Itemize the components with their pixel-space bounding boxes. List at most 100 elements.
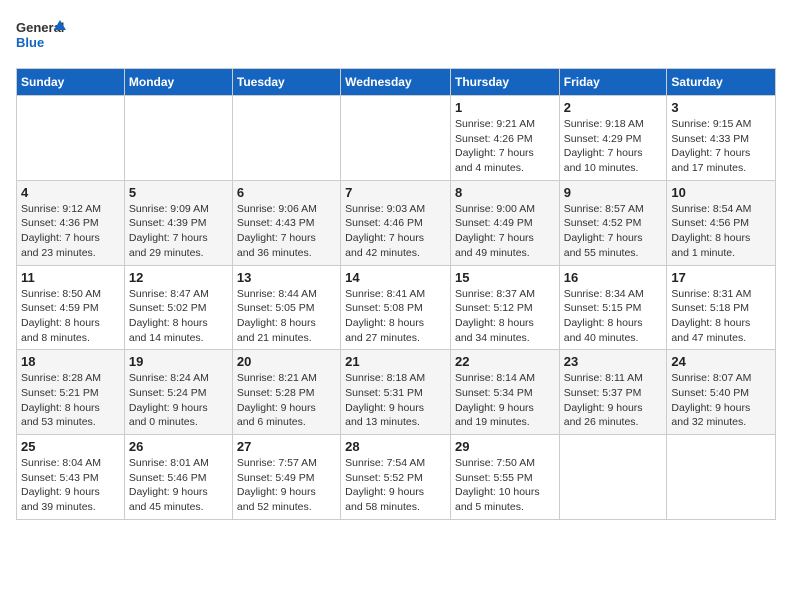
day-info: Sunrise: 8:21 AM Sunset: 5:28 PM Dayligh…	[237, 371, 336, 430]
calendar-cell: 7Sunrise: 9:03 AM Sunset: 4:46 PM Daylig…	[341, 180, 451, 265]
day-info: Sunrise: 7:57 AM Sunset: 5:49 PM Dayligh…	[237, 456, 336, 515]
day-info: Sunrise: 8:24 AM Sunset: 5:24 PM Dayligh…	[129, 371, 228, 430]
day-info: Sunrise: 9:18 AM Sunset: 4:29 PM Dayligh…	[564, 117, 663, 176]
calendar-cell	[232, 96, 340, 181]
day-number: 15	[455, 270, 555, 285]
calendar-cell	[124, 96, 232, 181]
calendar-cell: 28 Sunrise: 7:54 AM Sunset: 5:52 PM Dayli…	[341, 435, 451, 520]
logo-svg: General Blue	[16, 16, 66, 56]
day-number: 7	[345, 185, 446, 200]
day-info: Sunrise: 8:18 AM Sunset: 5:31 PM Dayligh…	[345, 371, 446, 430]
day-info: Sunrise: 8:57 AM Sunset: 4:52 PM Dayligh…	[564, 202, 663, 261]
calendar-cell	[559, 435, 667, 520]
calendar-cell	[667, 435, 776, 520]
day-info: Sunrise: 8:28 AM Sunset: 5:21 PM Dayligh…	[21, 371, 120, 430]
calendar-cell: 27 Sunrise: 7:57 AM Sunset: 5:49 PM Dayli…	[232, 435, 340, 520]
calendar-week-row: 1Sunrise: 9:21 AM Sunset: 4:26 PM Daylig…	[17, 96, 776, 181]
day-number: 21	[345, 354, 446, 369]
day-info: Sunrise: 8:07 AM Sunset: 5:40 PM Dayligh…	[671, 371, 771, 430]
calendar-cell: 9 Sunrise: 8:57 AM Sunset: 4:52 PM Daylig…	[559, 180, 667, 265]
calendar-cell: 11 Sunrise: 8:50 AM Sunset: 4:59 PM Dayli…	[17, 265, 125, 350]
day-number: 13	[237, 270, 336, 285]
day-info: Sunrise: 9:12 AM Sunset: 4:36 PM Dayligh…	[21, 202, 120, 261]
day-number: 19	[129, 354, 228, 369]
day-number: 23	[564, 354, 663, 369]
day-number: 22	[455, 354, 555, 369]
day-number: 18	[21, 354, 120, 369]
weekday-header: Tuesday	[232, 69, 340, 96]
day-info: Sunrise: 8:54 AM Sunset: 4:56 PM Dayligh…	[671, 202, 771, 261]
day-info: Sunrise: 8:50 AM Sunset: 4:59 PM Dayligh…	[21, 287, 120, 346]
calendar-cell: 26Sunrise: 8:01 AM Sunset: 5:46 PM Dayli…	[124, 435, 232, 520]
calendar-cell: 21 Sunrise: 8:18 AM Sunset: 5:31 PM Dayli…	[341, 350, 451, 435]
calendar-week-row: 25 Sunrise: 8:04 AM Sunset: 5:43 PM Dayli…	[17, 435, 776, 520]
calendar-cell: 20 Sunrise: 8:21 AM Sunset: 5:28 PM Dayli…	[232, 350, 340, 435]
calendar-cell: 23 Sunrise: 8:11 AM Sunset: 5:37 PM Dayli…	[559, 350, 667, 435]
day-number: 20	[237, 354, 336, 369]
calendar-week-row: 18 Sunrise: 8:28 AM Sunset: 5:21 PM Dayli…	[17, 350, 776, 435]
calendar-cell	[341, 96, 451, 181]
day-number: 3	[671, 100, 771, 115]
calendar-cell: 24 Sunrise: 8:07 AM Sunset: 5:40 PM Dayli…	[667, 350, 776, 435]
weekday-header: Saturday	[667, 69, 776, 96]
weekday-header: Monday	[124, 69, 232, 96]
calendar-cell: 19 Sunrise: 8:24 AM Sunset: 5:24 PM Dayli…	[124, 350, 232, 435]
day-number: 27	[237, 439, 336, 454]
calendar-body: 1Sunrise: 9:21 AM Sunset: 4:26 PM Daylig…	[17, 96, 776, 520]
calendar-cell: 3Sunrise: 9:15 AM Sunset: 4:33 PM Daylig…	[667, 96, 776, 181]
calendar-cell: 29 Sunrise: 7:50 AM Sunset: 5:55 PM Dayli…	[450, 435, 559, 520]
day-info: Sunrise: 9:21 AM Sunset: 4:26 PM Dayligh…	[455, 117, 555, 176]
calendar-cell	[17, 96, 125, 181]
day-number: 26	[129, 439, 228, 454]
calendar-cell: 14 Sunrise: 8:41 AM Sunset: 5:08 PM Dayli…	[341, 265, 451, 350]
calendar-cell: 18 Sunrise: 8:28 AM Sunset: 5:21 PM Dayli…	[17, 350, 125, 435]
calendar-week-row: 11 Sunrise: 8:50 AM Sunset: 4:59 PM Dayli…	[17, 265, 776, 350]
day-number: 16	[564, 270, 663, 285]
calendar-cell: 5 Sunrise: 9:09 AM Sunset: 4:39 PM Daylig…	[124, 180, 232, 265]
page-header: General Blue	[16, 16, 776, 56]
calendar-cell: 6Sunrise: 9:06 AM Sunset: 4:43 PM Daylig…	[232, 180, 340, 265]
calendar-cell: 16 Sunrise: 8:34 AM Sunset: 5:15 PM Dayli…	[559, 265, 667, 350]
calendar-table: SundayMondayTuesdayWednesdayThursdayFrid…	[16, 68, 776, 520]
weekday-header: Thursday	[450, 69, 559, 96]
day-number: 5	[129, 185, 228, 200]
day-number: 17	[671, 270, 771, 285]
day-info: Sunrise: 9:06 AM Sunset: 4:43 PM Dayligh…	[237, 202, 336, 261]
weekday-header: Sunday	[17, 69, 125, 96]
day-number: 8	[455, 185, 555, 200]
calendar-cell: 4 Sunrise: 9:12 AM Sunset: 4:36 PM Daylig…	[17, 180, 125, 265]
day-info: Sunrise: 8:41 AM Sunset: 5:08 PM Dayligh…	[345, 287, 446, 346]
day-info: Sunrise: 8:37 AM Sunset: 5:12 PM Dayligh…	[455, 287, 555, 346]
day-info: Sunrise: 8:14 AM Sunset: 5:34 PM Dayligh…	[455, 371, 555, 430]
day-info: Sunrise: 8:11 AM Sunset: 5:37 PM Dayligh…	[564, 371, 663, 430]
day-info: Sunrise: 8:31 AM Sunset: 5:18 PM Dayligh…	[671, 287, 771, 346]
calendar-cell: 12Sunrise: 8:47 AM Sunset: 5:02 PM Dayli…	[124, 265, 232, 350]
day-info: Sunrise: 8:04 AM Sunset: 5:43 PM Dayligh…	[21, 456, 120, 515]
calendar-cell: 10Sunrise: 8:54 AM Sunset: 4:56 PM Dayli…	[667, 180, 776, 265]
day-number: 28	[345, 439, 446, 454]
day-info: Sunrise: 8:34 AM Sunset: 5:15 PM Dayligh…	[564, 287, 663, 346]
day-info: Sunrise: 8:47 AM Sunset: 5:02 PM Dayligh…	[129, 287, 228, 346]
day-info: Sunrise: 9:00 AM Sunset: 4:49 PM Dayligh…	[455, 202, 555, 261]
calendar-cell: 8 Sunrise: 9:00 AM Sunset: 4:49 PM Daylig…	[450, 180, 559, 265]
day-number: 4	[21, 185, 120, 200]
weekday-header: Wednesday	[341, 69, 451, 96]
day-number: 14	[345, 270, 446, 285]
calendar-cell: 1Sunrise: 9:21 AM Sunset: 4:26 PM Daylig…	[450, 96, 559, 181]
calendar-cell: 2 Sunrise: 9:18 AM Sunset: 4:29 PM Daylig…	[559, 96, 667, 181]
day-number: 11	[21, 270, 120, 285]
logo: General Blue	[16, 16, 66, 56]
day-info: Sunrise: 7:50 AM Sunset: 5:55 PM Dayligh…	[455, 456, 555, 515]
day-number: 24	[671, 354, 771, 369]
day-info: Sunrise: 8:44 AM Sunset: 5:05 PM Dayligh…	[237, 287, 336, 346]
calendar-cell: 22 Sunrise: 8:14 AM Sunset: 5:34 PM Dayli…	[450, 350, 559, 435]
day-info: Sunrise: 7:54 AM Sunset: 5:52 PM Dayligh…	[345, 456, 446, 515]
day-number: 29	[455, 439, 555, 454]
day-number: 2	[564, 100, 663, 115]
day-number: 9	[564, 185, 663, 200]
calendar-cell: 13 Sunrise: 8:44 AM Sunset: 5:05 PM Dayli…	[232, 265, 340, 350]
calendar-week-row: 4 Sunrise: 9:12 AM Sunset: 4:36 PM Daylig…	[17, 180, 776, 265]
day-info: Sunrise: 9:09 AM Sunset: 4:39 PM Dayligh…	[129, 202, 228, 261]
weekday-header: Friday	[559, 69, 667, 96]
day-number: 25	[21, 439, 120, 454]
